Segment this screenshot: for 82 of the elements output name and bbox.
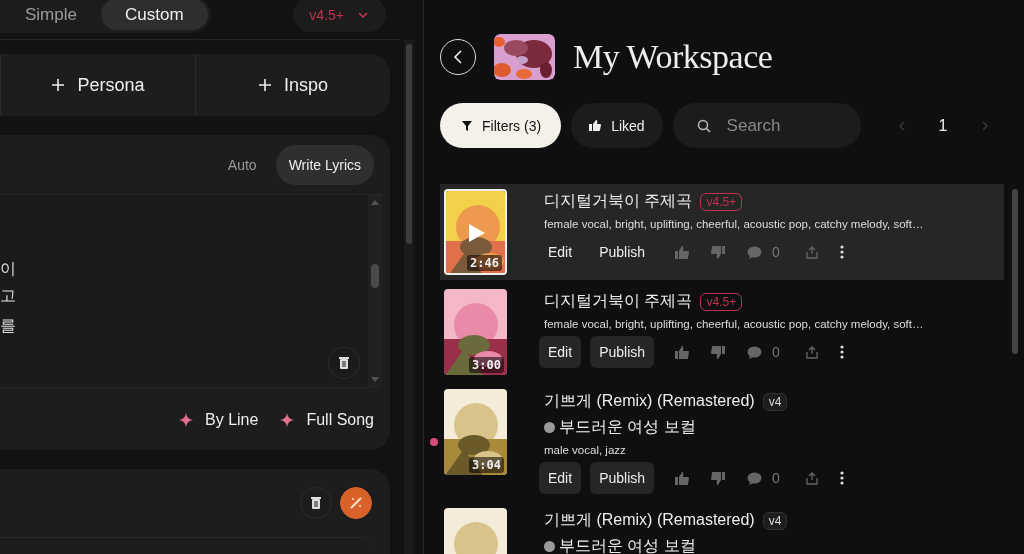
share-icon[interactable] [805, 471, 818, 485]
mode-tab[interactable]: Custom [100, 0, 208, 30]
chevron-left-icon [453, 50, 463, 64]
comment-count: 0 [772, 344, 780, 360]
lyrics-line: 고 [0, 286, 16, 306]
search-field[interactable]: Search [672, 103, 861, 148]
scrollbar-thumb[interactable] [406, 44, 412, 244]
song-row[interactable]: 기쁘게 (Remix) (Remastered) v4 부드러운 여성 보컬 [440, 503, 1004, 554]
comment-icon[interactable] [747, 245, 763, 259]
action-button[interactable]: Edit [539, 236, 582, 268]
plus-icon [257, 78, 272, 92]
persona-name[interactable]: 부드러운 여성 보컬 [559, 417, 696, 438]
action-button[interactable]: Publish [590, 336, 655, 368]
chevron-down-icon [358, 12, 368, 18]
lyrics-mode-tab[interactable]: Write Lyrics [275, 145, 374, 185]
song-row[interactable]: 3:04 기쁘게 (Remix) (Remastered) v4 부드러운 여성 보컬 male vocal, jazz Edit Publish 0 [440, 384, 1004, 499]
more-icon[interactable] [839, 245, 844, 259]
scrollbar-thumb[interactable] [371, 264, 379, 288]
duration-label: 3:04 [469, 457, 504, 473]
scroll-down-icon[interactable] [370, 376, 380, 383]
sparkle-icon [179, 413, 194, 427]
action-button[interactable]: Edit [539, 336, 582, 368]
lyrics-field[interactable]: 이 고 를 [0, 194, 382, 388]
more-icon[interactable] [839, 471, 844, 485]
comment-icon[interactable] [747, 471, 763, 485]
scrollbar-thumb[interactable] [1012, 189, 1018, 354]
version-badge: v4.5+ [700, 292, 743, 311]
more-icon[interactable] [839, 345, 844, 359]
song-tags: female vocal, bright, uplifting, cheerful, acoustic pop, catchy melody, soft… [544, 218, 924, 230]
song-title[interactable]: 디지털거북이 주제곡 [544, 291, 693, 312]
play-icon[interactable] [468, 223, 486, 243]
song-title[interactable]: 기쁘게 (Remix) (Remastered) [544, 391, 755, 412]
persona-name[interactable]: 부드러운 여성 보컬 [559, 536, 696, 554]
lyrics-mode-tab[interactable]: Auto [214, 145, 270, 185]
song-row[interactable]: 3:00 디지털거북이 주제곡 v4.5+ female vocal, bright, uplifting, cheerful, acoustic pop, catchy melody, soft… Edit Publish 0 [440, 284, 1004, 380]
persona-avatar [544, 541, 555, 552]
duration-label: 2:46 [467, 255, 502, 271]
magic-wand-icon [349, 496, 363, 510]
magic-button[interactable] [340, 487, 372, 519]
duration-label: 3:00 [469, 357, 504, 373]
action-button[interactable]: Edit [539, 462, 582, 494]
song-tags: male vocal, jazz [544, 444, 854, 456]
lyrics-line: 이 [0, 259, 16, 279]
comment-count: 0 [772, 244, 780, 260]
thumbs-down-icon[interactable] [711, 471, 726, 485]
song-title[interactable]: 디지털거북이 주제곡 [544, 191, 693, 212]
plus-icon [51, 78, 66, 92]
thumbs-up-icon[interactable] [675, 345, 690, 359]
generate-button[interactable]: By Line [179, 411, 259, 429]
lyrics-line: 를 [0, 316, 16, 336]
filters-button[interactable]: Filters (3) [440, 103, 562, 148]
version-badge: v4 [762, 511, 788, 530]
thumbs-down-icon[interactable] [711, 245, 726, 259]
trash-icon [339, 357, 349, 369]
generate-button[interactable]: Full Song [280, 411, 374, 429]
workspace-title: My Workspace [573, 38, 773, 76]
comment-icon[interactable] [747, 345, 763, 359]
thumbs-down-icon[interactable] [711, 345, 726, 359]
thumbs-up-icon[interactable] [675, 245, 690, 259]
action-button[interactable]: Publish [590, 462, 655, 494]
song-title[interactable]: 기쁘게 (Remix) (Remastered) [544, 510, 755, 531]
search-icon [696, 119, 711, 133]
trash-icon [311, 497, 321, 509]
share-icon[interactable] [805, 245, 818, 259]
comment-count: 0 [772, 470, 780, 486]
action-button[interactable]: Publish [590, 236, 655, 268]
add-button[interactable]: Inspo [195, 54, 390, 116]
version-badge: v4 [762, 392, 788, 411]
page-number: 1 [938, 116, 948, 135]
filter-icon [462, 120, 472, 131]
share-icon[interactable] [805, 345, 818, 359]
version-badge: v4.5+ [700, 192, 743, 211]
thumbs-up-icon[interactable] [675, 471, 690, 485]
song-tags: female vocal, bright, uplifting, cheerful, acoustic pop, catchy melody, soft… [544, 318, 924, 330]
song-row[interactable]: 2:46 디지털거북이 주제곡 v4.5+ female vocal, bright, uplifting, cheerful, acoustic pop, catchy melody, soft… Edit Publish 0 [440, 184, 1004, 280]
sparkle-icon [280, 413, 295, 427]
mode-tab[interactable]: Simple [0, 0, 101, 30]
liked-button[interactable]: Liked [571, 103, 663, 148]
scroll-up-icon[interactable] [370, 199, 380, 206]
persona-avatar [544, 422, 555, 433]
thumbs-up-icon [589, 120, 602, 131]
add-button[interactable]: Persona [0, 54, 195, 116]
